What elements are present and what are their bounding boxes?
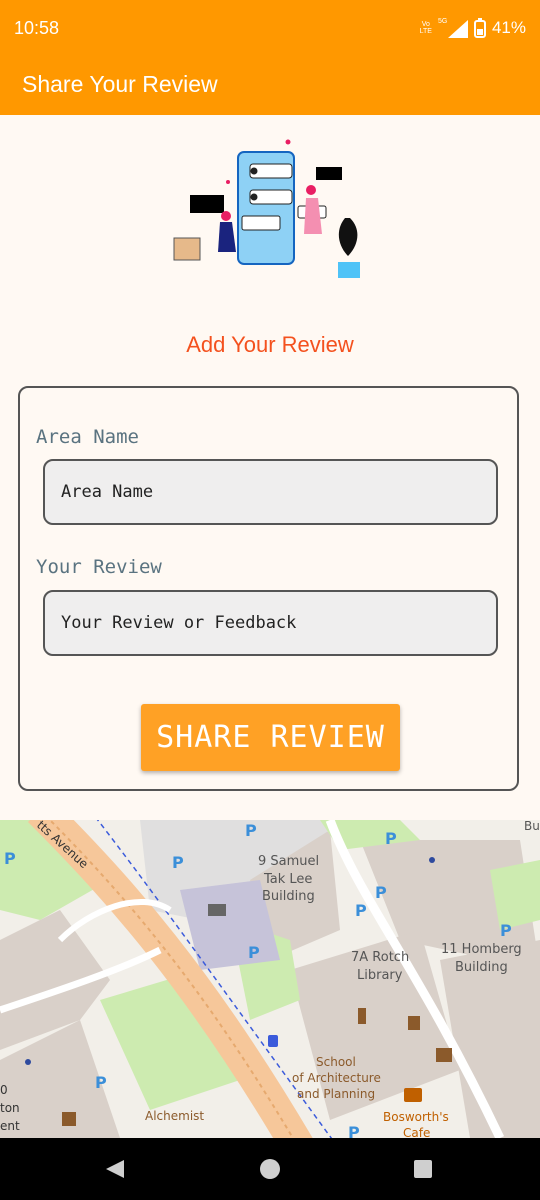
map-label-school2: of Architecture xyxy=(292,1071,381,1085)
svg-text:P: P xyxy=(385,829,397,848)
svg-text:P: P xyxy=(248,943,260,962)
status-bar: 10:58 Vo LTE 5G 41% xyxy=(0,0,540,58)
app-bar: Share Your Review xyxy=(0,58,540,115)
area-name-input[interactable] xyxy=(45,461,496,523)
system-nav-bar xyxy=(0,1138,540,1200)
map-label-edge3: ent xyxy=(0,1119,20,1133)
signal-icon: 5G xyxy=(438,18,468,38)
status-time: 10:58 xyxy=(14,18,60,38)
map-label-bu: Bu xyxy=(524,820,540,833)
map-label-edge1: 0 xyxy=(0,1083,8,1097)
battery-icon xyxy=(473,18,486,38)
map-label-homberg: 11 Homberg xyxy=(441,942,522,957)
svg-text:P: P xyxy=(4,849,16,868)
monument-icon xyxy=(358,1008,366,1024)
map-label-samuel: 9 Samuel xyxy=(258,854,319,869)
your-review-field[interactable] xyxy=(43,590,498,656)
svg-text:P: P xyxy=(355,901,367,920)
svg-text:P: P xyxy=(500,921,512,940)
battery-percent: 41% xyxy=(491,18,526,37)
map-label-alchemist: Alchemist xyxy=(145,1109,204,1123)
svg-text:P: P xyxy=(245,821,257,840)
volte-icon: Vo LTE xyxy=(419,21,432,35)
your-review-label: Your Review xyxy=(36,556,162,578)
area-name-label: Area Name xyxy=(36,426,139,448)
picnic-icon xyxy=(208,904,226,916)
vending-icon xyxy=(62,1112,76,1126)
map-label-samuel3: Building xyxy=(262,889,315,904)
review-illustration xyxy=(173,139,360,278)
home-icon[interactable] xyxy=(259,1158,281,1180)
restaurant-icon xyxy=(436,1048,452,1062)
svg-text:P: P xyxy=(172,853,184,872)
your-review-input[interactable] xyxy=(45,592,496,654)
map-view[interactable]: P P P P P P P P P P tts Avenue 9 Samuel … xyxy=(0,820,540,1138)
map-label-bosworth2: Cafe xyxy=(403,1126,430,1138)
bus-stop-icon xyxy=(268,1035,278,1047)
share-review-button[interactable]: SHARE REVIEW xyxy=(141,704,400,771)
page-title: Share Your Review xyxy=(22,71,218,97)
map-label-homberg2: Building xyxy=(455,960,508,975)
back-icon[interactable] xyxy=(104,1158,126,1180)
svg-text:P: P xyxy=(375,883,387,902)
svg-text:P: P xyxy=(95,1073,107,1092)
map-canvas[interactable]: P P P P P P P P P P tts Avenue 9 Samuel … xyxy=(0,820,540,1138)
review-form-card: Area Name Your Review SHARE REVIEW xyxy=(18,386,519,791)
cafe-icon xyxy=(404,1088,422,1102)
map-label-rotch2: Library xyxy=(357,968,403,983)
recents-icon[interactable] xyxy=(413,1159,433,1179)
map-label-school: School xyxy=(316,1055,356,1069)
map-label-samuel2: Tak Lee xyxy=(263,872,312,887)
map-label-school3: and Planning xyxy=(297,1087,375,1101)
map-label-bosworth: Bosworth's xyxy=(383,1110,449,1124)
status-icons: Vo LTE 5G 41% xyxy=(420,16,526,40)
map-label-rotch: 7A Rotch xyxy=(351,950,409,965)
drink-icon xyxy=(408,1016,420,1030)
area-name-field[interactable] xyxy=(43,459,498,525)
form-heading: Add Your Review xyxy=(186,332,354,357)
map-label-edge2: ton xyxy=(0,1101,20,1115)
svg-text:P: P xyxy=(348,1123,360,1138)
